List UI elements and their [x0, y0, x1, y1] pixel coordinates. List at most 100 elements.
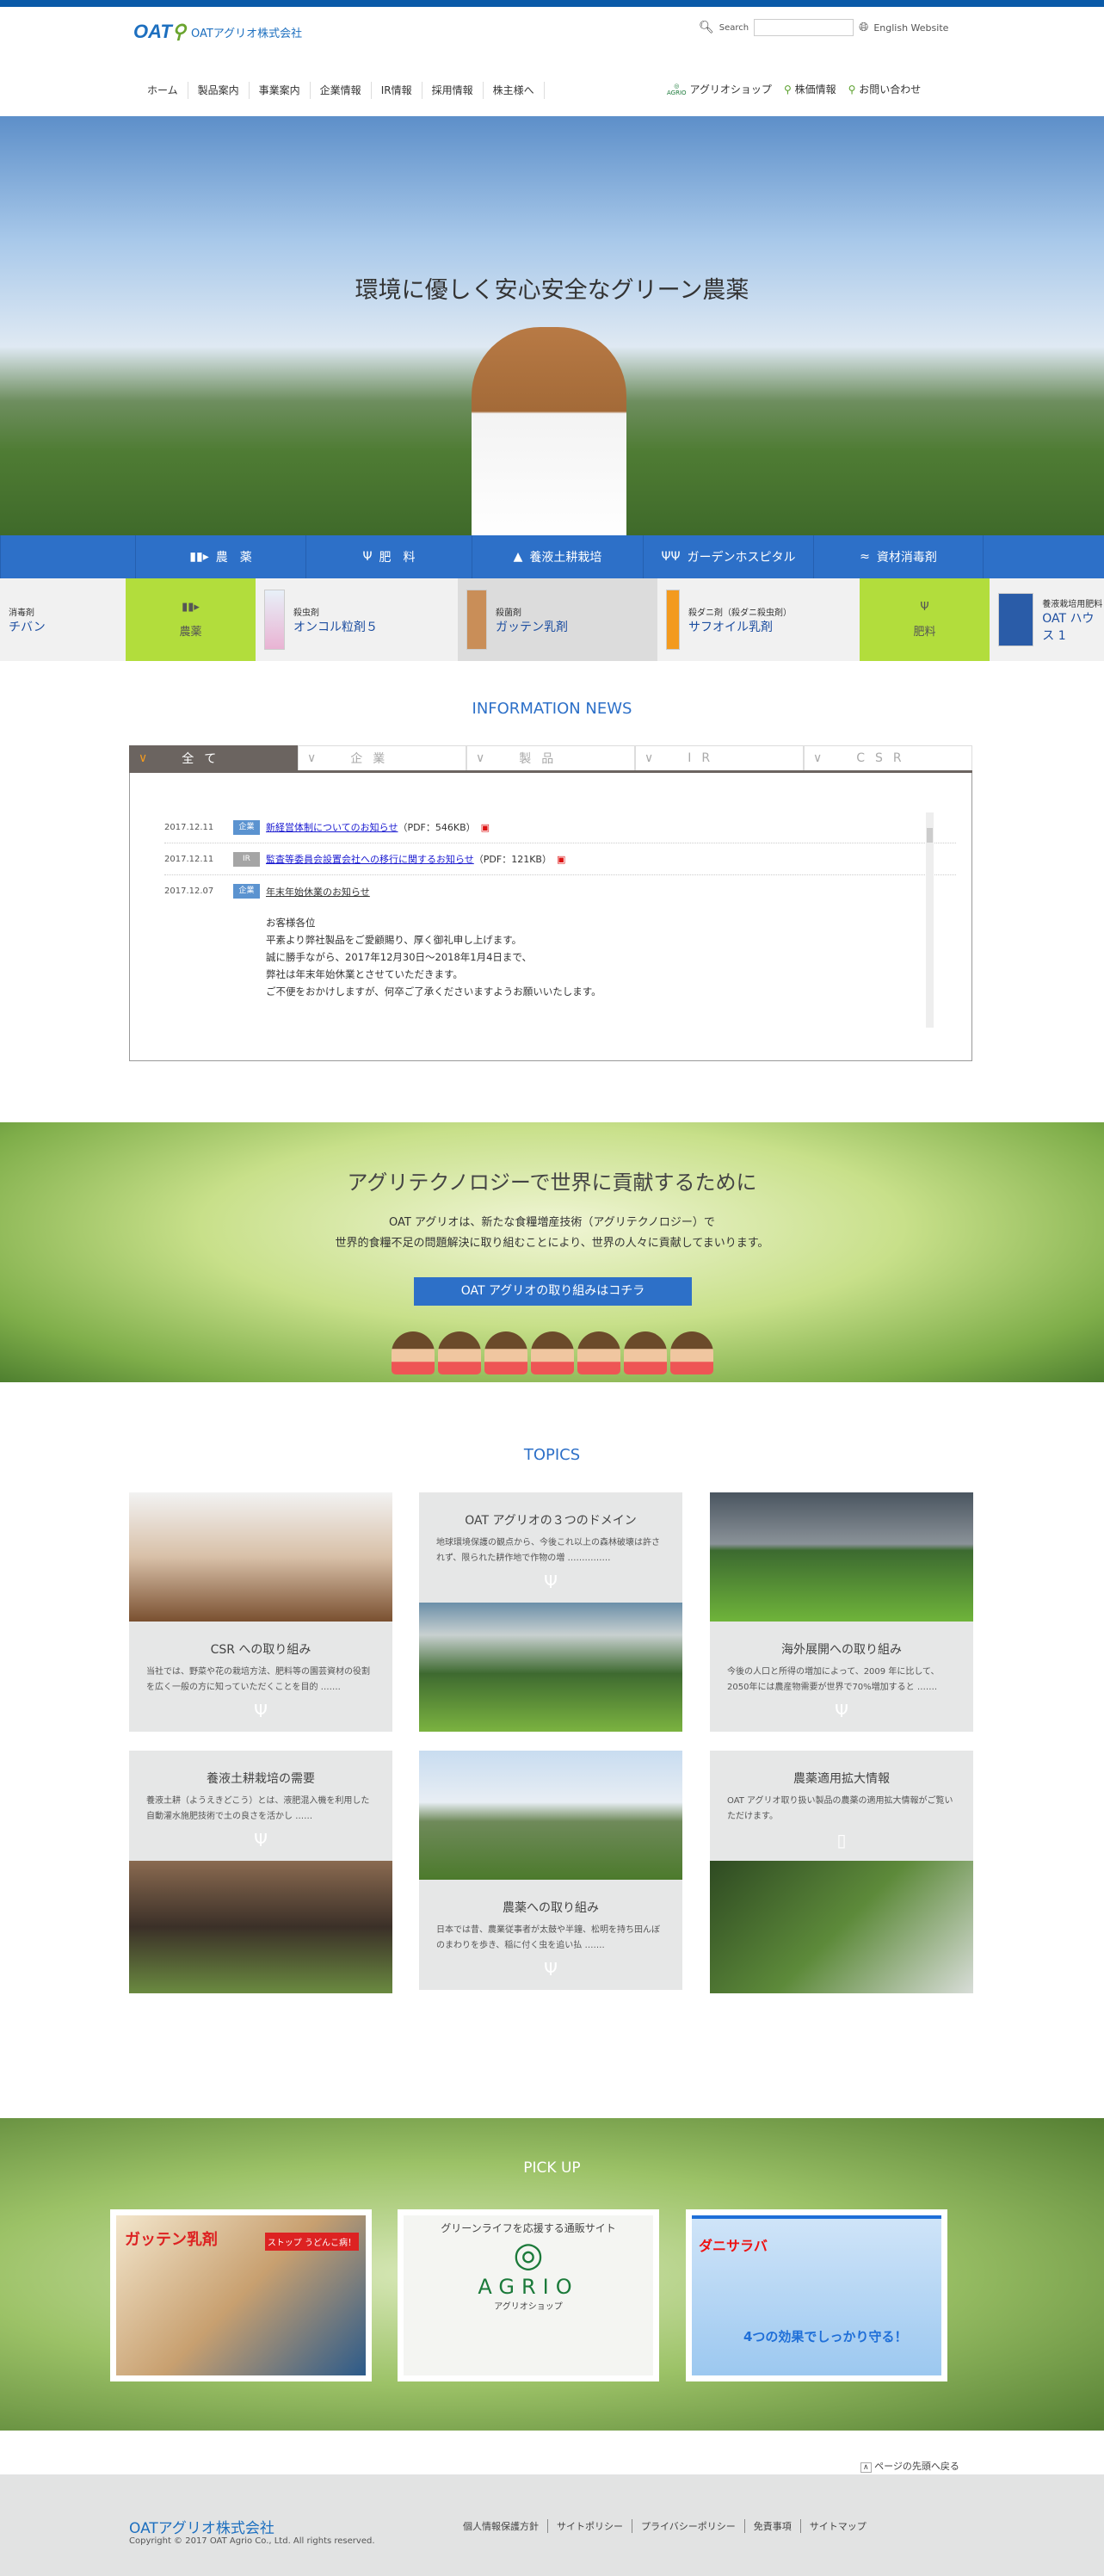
nav-business[interactable]: 事業案内 [250, 82, 311, 99]
category-fertilizer[interactable]: Ψ肥 料 [305, 535, 472, 578]
nav-company[interactable]: 企業情報 [311, 82, 372, 99]
sprout-icon: Ψ [835, 1701, 848, 1721]
pickup-tag: 4つの効果でしっかり守る！ [743, 2329, 908, 2344]
tab-ir[interactable]: ∨ IR [635, 745, 804, 770]
news-panel: 2017.12.11 企業 新経営体制についてのお知らせ （PDF：546KB）… [129, 773, 972, 1061]
product-item[interactable]: 養液栽培用肥料 OAT ハウス 1 [990, 578, 1104, 661]
news-body-line: 誠に勝手ながら、2017年12月30日～2018年1月4日まで、 [266, 951, 532, 963]
news-date: 2017.12.11 [164, 854, 214, 864]
nav-recruit[interactable]: 採用情報 [422, 82, 484, 99]
sprayer-icon: ▮▮▸ [189, 550, 209, 564]
agrio-logo-icon: ◎ [513, 2235, 544, 2275]
contact-link[interactable]: ⚲ お問い合わせ [848, 82, 922, 96]
product-item[interactable]: 殺虫剤 オンコル粒剤５ [256, 578, 458, 661]
tab-products[interactable]: ∨ 製品 [466, 745, 635, 770]
category-pesticide[interactable]: ▮▮▸ 農 薬 [135, 535, 305, 578]
utility-nav: ◎ AGRIO アグリオショップ ⚲ 株価情報 ⚲ お問い合わせ [667, 82, 921, 96]
mission-title: アグリテクノロジーで世界に貢献するために [347, 1171, 757, 1195]
pickup-headline: ダニサラバ [699, 2238, 768, 2254]
footer-link-privacy[interactable]: 個人情報保護方針 [454, 2519, 548, 2533]
footer-link-privacy-policy[interactable]: プライバシーポリシー [632, 2519, 745, 2533]
nav-ir[interactable]: IR情報 [372, 82, 422, 99]
back-to-top-link[interactable]: ∧ ページの先頭へ戻る [860, 2459, 959, 2473]
search-input[interactable] [754, 19, 854, 36]
topics-title: TOPICS [523, 1446, 581, 1464]
chevron-down-icon: ∨ [813, 751, 823, 765]
news-body-line: ご不便をおかけしますが、何卒ご了承くださいますようお願いいたします。 [266, 985, 601, 998]
topic-card[interactable]: CSR への取り組み 当社では、野菜や花の栽培方法、肥料等の園芸資材の役割を広く一… [129, 1492, 392, 1732]
scrollbar-thumb[interactable] [927, 828, 933, 843]
site-logo[interactable]: OAT⚲ OATアグリオ株式会社 [133, 21, 302, 43]
sprout-icon: Ψ [544, 1572, 558, 1592]
topic-card[interactable]: OAT アグリオの３つのドメイン 地球環境保護の観点から、今後これ以上の森林破壊は… [419, 1492, 682, 1732]
chevron-down-icon: ∨ [307, 751, 317, 765]
nav-products[interactable]: 製品案内 [188, 82, 250, 99]
agrio-brand: AGRIO [478, 2275, 579, 2299]
pickup-card-danisaraba[interactable]: ダニサラバ 4つの効果でしっかり守る！ [686, 2209, 947, 2381]
footer-link-disclaimer[interactable]: 免責事項 [745, 2519, 801, 2533]
footer-link-site-policy[interactable]: サイトポリシー [548, 2519, 632, 2533]
globe-icon: 🌐︎ [859, 21, 869, 34]
children-image [355, 1331, 750, 1379]
mission-text: OAT アグリオは、新たな食糧増産技術（アグリテクノロジー）で 世界的食糧不足の問… [335, 1216, 769, 1250]
agrio-shop-link[interactable]: ◎ AGRIO アグリオショップ [667, 82, 772, 96]
product-category-fertilizer[interactable]: Ψ 肥料 [860, 578, 990, 661]
search-icon: 🔍︎ [699, 21, 714, 34]
news-body-line: お客様各位 [266, 917, 316, 929]
nav-shareholders[interactable]: 株主様へ [484, 82, 545, 99]
footer: OATアグリオ株式会社 Copyright © 2017 OAT Agrio C… [0, 2474, 1104, 2576]
pdf-icon: ▣ [480, 821, 490, 833]
chevron-down-icon: ∨ [645, 751, 654, 765]
topic-text: 今後の人口と所得の増加によって、2009 年に比して、2050年には農産物需要が… [727, 1667, 940, 1692]
news-item: 2017.12.11 IR 監査等委員会設置会社への移行に関するお知らせ （PD… [164, 843, 956, 875]
product-item[interactable]: 殺ダニ剤（殺ダニ殺虫剤） サフオイル乳剤 [657, 578, 860, 661]
english-website-link[interactable]: English Website [873, 22, 948, 34]
news-badge: 企業 [233, 819, 260, 835]
news-link[interactable]: 監査等委員会設置会社への移行に関するお知らせ [266, 852, 474, 866]
tab-all[interactable]: ∨ 全て [129, 745, 298, 770]
product-item[interactable]: 殺菌剤 ガッテン乳剤 [458, 578, 657, 661]
topic-image [129, 1861, 392, 1993]
footer-logo[interactable]: OATアグリオ株式会社 [129, 2516, 274, 2537]
news-badge: IR [233, 851, 260, 867]
news-link[interactable]: 新経営体制についてのお知らせ [266, 820, 398, 834]
pickup-section: PICK UP ガッテン乳剤 ストップ うどんこ病！ グリーンライフを応援する通… [0, 2118, 1104, 2431]
hero-banner: 環境に優しく安心安全なグリーン農薬 [0, 116, 1104, 535]
product-item[interactable]: 消毒剤 チバン [0, 578, 126, 661]
pickup-card-gatten[interactable]: ガッテン乳剤 ストップ うどんこ病！ [110, 2209, 372, 2381]
hero-title: 環境に優しく安心安全なグリーン農薬 [355, 277, 749, 304]
topic-image [129, 1492, 392, 1622]
chevron-down-icon: ∨ [139, 751, 148, 765]
tab-company[interactable]: ∨ 企業 [298, 745, 466, 770]
topic-card[interactable]: 養液土耕栽培の需要 養液土耕（ようえきどこう）とは、液肥混入機を利用した自動灌水施… [129, 1751, 392, 1993]
news-link[interactable]: 年末年始休業のお知らせ [266, 885, 370, 899]
nav-home[interactable]: ホーム [138, 82, 188, 99]
news-scrollbar[interactable] [926, 812, 934, 1028]
pickup-card-agrio-shop[interactable]: グリーンライフを応援する通販サイト ◎ AGRIO アグリオショップ [398, 2209, 659, 2381]
agrio-logo-icon: ◎ AGRIO [667, 82, 687, 96]
topic-title: CSR への取り組み [210, 1643, 311, 1657]
mission-button[interactable]: OAT アグリオの取り組みはコチラ [414, 1277, 692, 1306]
topic-card[interactable]: 農薬適用拡大情報 OAT アグリオ取り扱い製品の農薬の適用拡大情報がご覧いただけま… [710, 1751, 973, 1993]
mission-banner: アグリテクノロジーで世界に貢献するために OAT アグリオは、新たな食糧増産技術… [0, 1122, 1104, 1382]
search-area: 🔍︎ Search 🌐︎ English Website [699, 19, 948, 36]
plant-icon: Ψ [920, 601, 929, 614]
product-category-pesticide[interactable]: ▮▮▸ 農薬 [126, 578, 256, 661]
sprayer-icon: ▮▮▸ [182, 601, 200, 614]
waves-icon: ≈ [860, 550, 870, 564]
footer-links: 個人情報保護方針 サイトポリシー プライバシーポリシー 免責事項 サイトマップ [454, 2519, 875, 2533]
tab-csr[interactable]: ∨ CSR [804, 745, 972, 770]
topic-card[interactable]: 海外展開への取り組み 今後の人口と所得の増加によって、2009 年に比して、205… [710, 1492, 973, 1732]
category-hydroponic[interactable]: ▲ 養液土耕栽培 [472, 535, 643, 578]
category-garden-hospital[interactable]: ΨΨ ガーデンホスピタル [643, 535, 813, 578]
category-disinfectant[interactable]: ≈ 資材消毒剤 [813, 535, 983, 578]
category-bar: ▮▮▸ 農 薬 Ψ肥 料 ▲ 養液土耕栽培 ΨΨ ガーデンホスピタル ≈ 資材消毒剤 [0, 535, 1104, 578]
footer-link-sitemap[interactable]: サイトマップ [801, 2519, 875, 2533]
pickup-image: グリーンライフを応援する通販サイト ◎ AGRIO アグリオショップ [404, 2215, 653, 2375]
product-image [666, 590, 680, 650]
category-spacer [983, 535, 1104, 578]
stock-info-link[interactable]: ⚲ 株価情報 [784, 82, 836, 96]
sprout-icon: Ψ [544, 1959, 558, 1980]
topic-card[interactable]: 農薬への取り組み 日本では昔、農業従事者が太鼓や半鐘、松明を持ち田んぼのまわりを歩… [419, 1751, 682, 1990]
main-nav: ホーム 製品案内 事業案内 企業情報 IR情報 採用情報 株主様へ [138, 82, 545, 99]
